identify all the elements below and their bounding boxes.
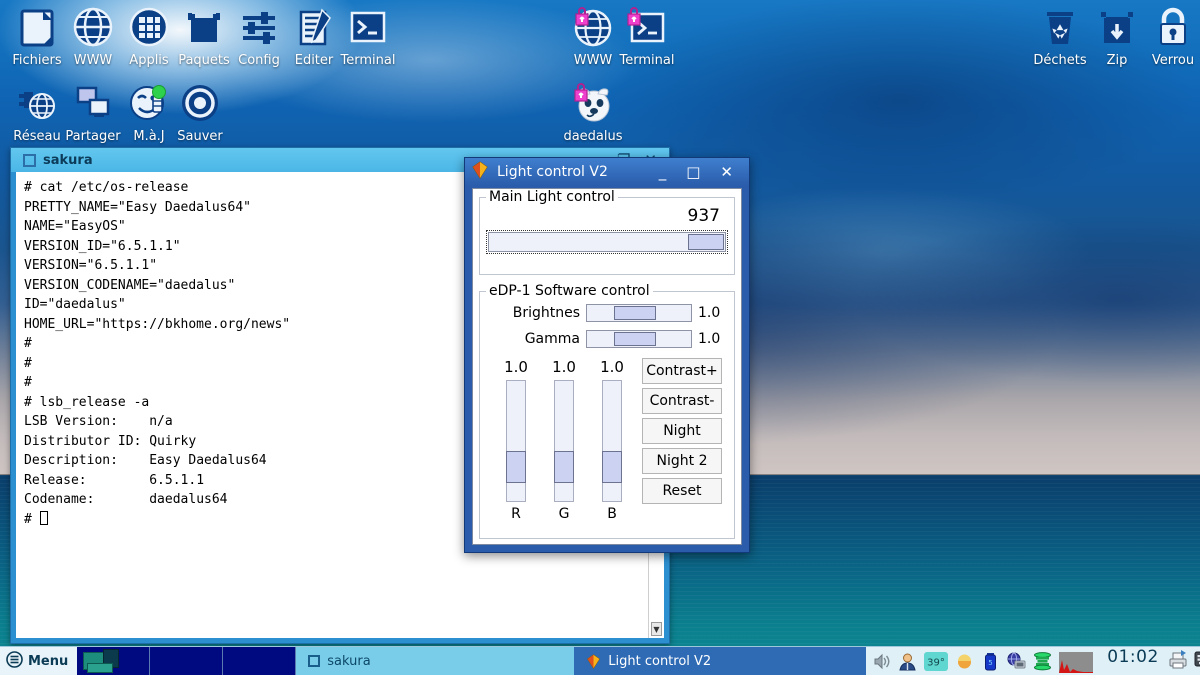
- printer-icon[interactable]: [1167, 649, 1189, 673]
- window-square-icon: [23, 153, 36, 167]
- main-light-value: 937: [687, 206, 720, 226]
- main-light-slider[interactable]: [486, 230, 728, 254]
- desktop-icon-daedalus[interactable]: daedalus: [556, 82, 630, 144]
- desktop-icon-verrou[interactable]: Verrou: [1136, 6, 1200, 68]
- brightness-label: Brightnes: [512, 305, 580, 321]
- blue-value: 1.0: [600, 358, 624, 376]
- desktop-icon-sauver[interactable]: Sauver: [163, 82, 237, 144]
- edp1-software-control-group: eDP-1 Software control Brightnes 1.0 Gam…: [479, 283, 735, 539]
- weather-sun-icon[interactable]: [955, 652, 974, 671]
- reset-button[interactable]: Reset: [642, 478, 722, 504]
- taskbar-item-sakura[interactable]: sakura: [296, 647, 575, 675]
- gamma-label: Gamma: [524, 331, 580, 347]
- menu-icon: [6, 650, 23, 672]
- svg-text:39°: 39°: [927, 657, 945, 668]
- disk-stack-icon[interactable]: [1033, 651, 1052, 671]
- system-tray: 39° 5: [866, 647, 1099, 675]
- taskbar-item-label: sakura: [327, 653, 371, 669]
- terminal-locked-icon: [610, 6, 684, 52]
- light-control-body: Main Light control 937 eDP-1 Software co…: [472, 188, 742, 545]
- desktop-icon-label: Verrou: [1151, 53, 1195, 68]
- padlock-icon: [1136, 6, 1200, 52]
- green-value: 1.0: [552, 358, 576, 376]
- blue-slider-knob[interactable]: [602, 450, 622, 483]
- red-channel-column: 1.0 R: [492, 358, 540, 522]
- blue-channel-column: 1.0 B: [588, 358, 636, 522]
- gamma-value: 1.0: [698, 331, 721, 347]
- clock[interactable]: 01:02: [1099, 647, 1167, 675]
- desktop-icon-label: Terminal: [619, 53, 675, 68]
- light-control-titlebar[interactable]: Light control V2 _ □ ✕: [465, 158, 749, 186]
- rgb-controls-area: 1.0 R 1.0 G 1.0 B Contrast+ Contrast- Ni…: [488, 358, 726, 522]
- night-button[interactable]: Night: [642, 418, 722, 444]
- light-control-buttons: Contrast+ Contrast- Night Night 2 Reset: [636, 358, 722, 522]
- contrast-plus-button[interactable]: Contrast+: [642, 358, 722, 384]
- main-light-control-legend: Main Light control: [486, 189, 618, 205]
- blue-label: B: [607, 506, 617, 522]
- sakura-title-text: sakura: [43, 152, 93, 168]
- green-label: G: [558, 506, 570, 522]
- menu-button[interactable]: Menu: [0, 647, 78, 675]
- desktop: Fichiers WWW Applis Paquets Config Edite…: [0, 0, 1200, 675]
- dog-locked-icon: [556, 82, 630, 128]
- green-slider-knob[interactable]: [554, 450, 574, 483]
- red-slider[interactable]: [506, 380, 526, 502]
- red-value: 1.0: [504, 358, 528, 376]
- terminal-text: # cat /etc/os-release PRETTY_NAME="Easy …: [24, 180, 291, 527]
- taskbar: Menu sakura Light control V2 39° 5 01:02: [0, 646, 1200, 675]
- light-control-close-button[interactable]: ✕: [720, 164, 733, 180]
- gamma-row: Gamma 1.0: [488, 330, 726, 348]
- save-target-icon: [163, 82, 237, 128]
- task-list: sakura Light control V2: [296, 647, 867, 675]
- workspace-3[interactable]: [223, 647, 297, 675]
- light-control-title-text: Light control V2: [497, 164, 608, 180]
- taskbar-item-light-control[interactable]: Light control V2: [574, 647, 867, 675]
- contrast-minus-button[interactable]: Contrast-: [642, 388, 722, 414]
- blue-slider[interactable]: [602, 380, 622, 502]
- desktop-icon-label: Terminal: [340, 53, 396, 68]
- desktop-icon-terminal-locked[interactable]: Terminal: [610, 6, 684, 68]
- light-control-window[interactable]: Light control V2 _ □ ✕ Main Light contro…: [464, 157, 750, 553]
- keyboard-icon[interactable]: [1194, 649, 1200, 673]
- workspace-2[interactable]: [150, 647, 224, 675]
- green-channel-column: 1.0 G: [540, 358, 588, 522]
- green-slider[interactable]: [554, 380, 574, 502]
- app-diamond-icon: [586, 653, 601, 669]
- night-2-button[interactable]: Night 2: [642, 448, 722, 474]
- brightness-row: Brightnes 1.0: [488, 304, 726, 322]
- workspace-window-preview: [87, 663, 114, 673]
- battery-icon[interactable]: 5: [981, 652, 1000, 671]
- desktop-icon-label: Sauver: [177, 129, 223, 144]
- temperature-badge[interactable]: 39°: [924, 651, 949, 671]
- taskbar-item-label: Light control V2: [608, 653, 712, 669]
- window-square-icon: [308, 655, 321, 667]
- user-icon[interactable]: [898, 652, 917, 671]
- edp1-software-control-legend: eDP-1 Software control: [486, 283, 653, 299]
- brightness-value: 1.0: [698, 305, 721, 321]
- brightness-slider-knob[interactable]: [614, 306, 657, 320]
- light-control-maximize-button[interactable]: □: [686, 164, 700, 180]
- network-globe-icon[interactable]: [1007, 652, 1026, 671]
- light-control-minimize-button[interactable]: _: [659, 164, 667, 180]
- workspace-1[interactable]: [77, 647, 151, 675]
- scroll-down-arrow-icon[interactable]: ▼: [651, 622, 662, 636]
- main-light-slider-knob[interactable]: [688, 234, 724, 250]
- red-label: R: [511, 506, 521, 522]
- volume-icon[interactable]: [872, 652, 891, 671]
- brightness-slider[interactable]: [586, 304, 692, 322]
- gamma-slider[interactable]: [586, 330, 692, 348]
- cpu-graph-icon[interactable]: [1059, 651, 1094, 673]
- main-light-control-group: Main Light control 937: [479, 189, 735, 275]
- gamma-slider-knob[interactable]: [614, 332, 657, 346]
- red-slider-knob[interactable]: [506, 450, 526, 483]
- app-diamond-icon: [471, 161, 489, 183]
- svg-text:5: 5: [989, 659, 993, 667]
- desktop-icon-terminal[interactable]: Terminal: [331, 6, 405, 68]
- terminal-cursor: [39, 510, 48, 525]
- light-control-window-buttons: _ □ ✕: [659, 164, 743, 180]
- terminal-icon: [331, 6, 405, 52]
- menu-label: Menu: [28, 653, 69, 669]
- workspace-pager[interactable]: [77, 647, 297, 675]
- desktop-icon-label: daedalus: [563, 129, 623, 144]
